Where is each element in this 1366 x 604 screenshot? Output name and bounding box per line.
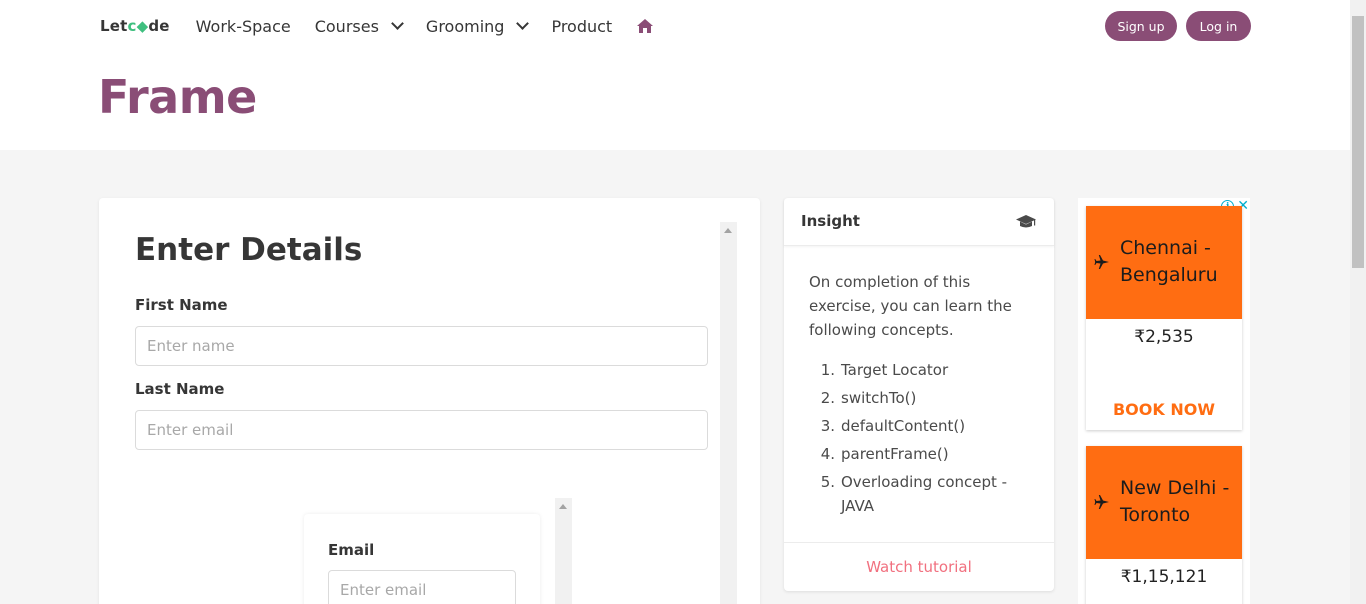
- insight-concepts-list: 1. Target Locator 2. switchTo() 3. defaultC…: [809, 358, 1039, 522]
- airplane-icon: [1094, 255, 1109, 269]
- list-item-text: Target Locator: [841, 361, 949, 379]
- page-title: Frame: [98, 70, 257, 124]
- form-title: Enter Details: [135, 232, 363, 268]
- home-icon: [637, 19, 654, 33]
- logo-text-accent: c: [127, 17, 137, 35]
- ad-price: ₹2,535: [1134, 327, 1194, 347]
- list-item-text: Overloading concept - JAVA: [841, 473, 1008, 515]
- inner-frame-scrollbar[interactable]: [555, 498, 572, 604]
- list-number: 3.: [820, 417, 835, 435]
- list-item: 5. Overloading concept - JAVA: [809, 470, 1039, 518]
- nav-home[interactable]: [636, 18, 654, 34]
- list-item-text: switchTo(): [841, 389, 917, 407]
- insight-title: Insight: [801, 212, 860, 230]
- airplane-icon: [1094, 495, 1109, 509]
- nav-grooming[interactable]: Grooming: [425, 16, 530, 36]
- nav-product-label: Product: [551, 16, 613, 36]
- nav-bar: Letc◆de Work-Space Courses Grooming Prod…: [100, 12, 678, 40]
- chevron-down-icon: [516, 17, 530, 30]
- log-in-button[interactable]: Log in: [1186, 11, 1251, 41]
- email-label: Email: [328, 541, 375, 559]
- ad-route-text: New Delhi - Toronto: [1120, 477, 1230, 526]
- nav-courses-label: Courses: [314, 16, 379, 36]
- insight-description: On completion of this exercise, you can …: [809, 273, 1012, 339]
- insight-card: Insight On completion of this exercise, …: [784, 198, 1054, 591]
- nav-courses[interactable]: Courses: [314, 16, 404, 36]
- list-item: 1. Target Locator: [809, 358, 1039, 382]
- ad-banner[interactable]: New Delhi - Toronto: [1086, 446, 1242, 559]
- logo-text-start: Let: [100, 17, 128, 35]
- insight-header: Insight: [784, 198, 1054, 246]
- outer-frame-scrollbar[interactable]: [720, 222, 737, 604]
- logo-dot: ◆: [136, 17, 149, 35]
- list-number: 4.: [820, 445, 835, 463]
- last-name-label: Last Name: [135, 380, 225, 398]
- ad-card-delhi[interactable]: New Delhi - Toronto ₹1,15,121: [1086, 446, 1242, 604]
- ad-price: ₹1,15,121: [1120, 567, 1208, 587]
- first-name-label: First Name: [135, 296, 228, 314]
- email-input[interactable]: [328, 570, 516, 604]
- logo-text-end: de: [148, 17, 170, 35]
- list-item: 4. parentFrame(): [809, 442, 1039, 466]
- list-number: 2.: [820, 389, 835, 407]
- list-number: 1.: [820, 361, 835, 379]
- last-name-input[interactable]: [135, 410, 708, 450]
- header: Letc◆de Work-Space Courses Grooming Prod…: [0, 0, 1350, 150]
- insight-footer: Watch tutorial: [784, 542, 1054, 591]
- first-name-input[interactable]: [135, 326, 708, 366]
- list-item: 2. switchTo(): [809, 386, 1039, 410]
- logo[interactable]: Letc◆de: [100, 17, 170, 35]
- chevron-down-icon: [391, 17, 404, 30]
- nav-grooming-label: Grooming: [425, 16, 505, 36]
- book-now-button[interactable]: BOOK NOW: [1086, 400, 1242, 419]
- watch-tutorial-link[interactable]: Watch tutorial: [866, 558, 972, 576]
- nav-work-space-label: Work-Space: [195, 16, 291, 36]
- sign-up-button[interactable]: Sign up: [1105, 11, 1177, 41]
- scroll-up-arrow-icon[interactable]: [724, 228, 732, 233]
- list-item: 3. defaultContent(): [809, 414, 1039, 438]
- list-item-text: parentFrame(): [841, 445, 949, 463]
- graduation-cap-icon: [1016, 215, 1036, 228]
- scroll-up-arrow-icon[interactable]: [559, 504, 567, 509]
- nav-work-space[interactable]: Work-Space: [196, 17, 291, 36]
- list-number: 5.: [820, 473, 835, 491]
- ad-banner[interactable]: Chennai - Bengaluru: [1086, 206, 1242, 319]
- page-scrollbar-thumb[interactable]: [1352, 16, 1364, 268]
- ad-card-chennai[interactable]: Chennai - Bengaluru ₹2,535 BOOK NOW: [1086, 206, 1242, 430]
- nav-product[interactable]: Product: [551, 17, 612, 36]
- ad-route-text: Chennai - Bengaluru: [1120, 237, 1218, 286]
- list-item-text: defaultContent(): [841, 417, 966, 435]
